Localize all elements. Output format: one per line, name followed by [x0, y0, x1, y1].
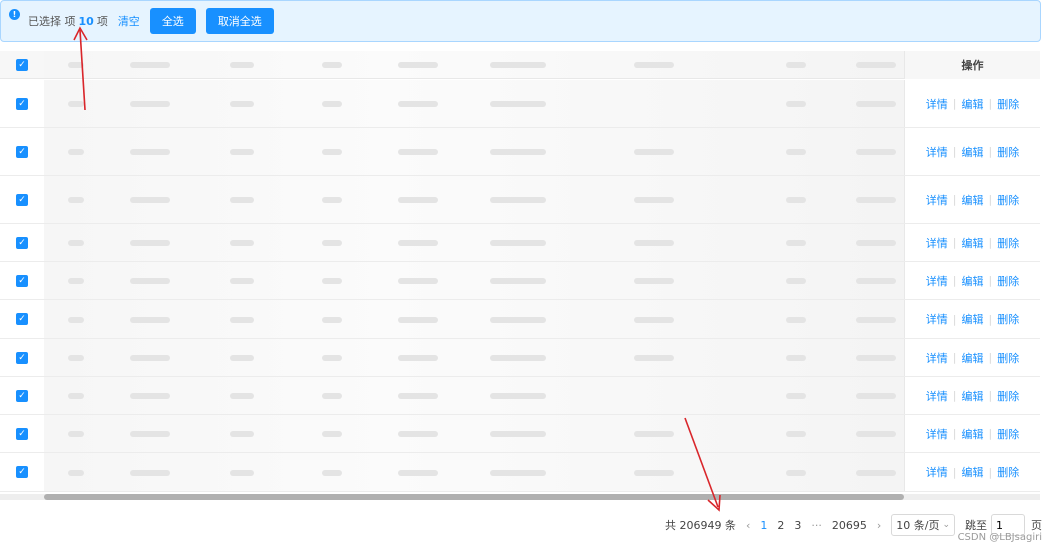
- annotation-arrow-down: [684, 417, 719, 508]
- annotation-arrow-up: [79, 29, 86, 111]
- annotation-arrows: [73, 26, 721, 512]
